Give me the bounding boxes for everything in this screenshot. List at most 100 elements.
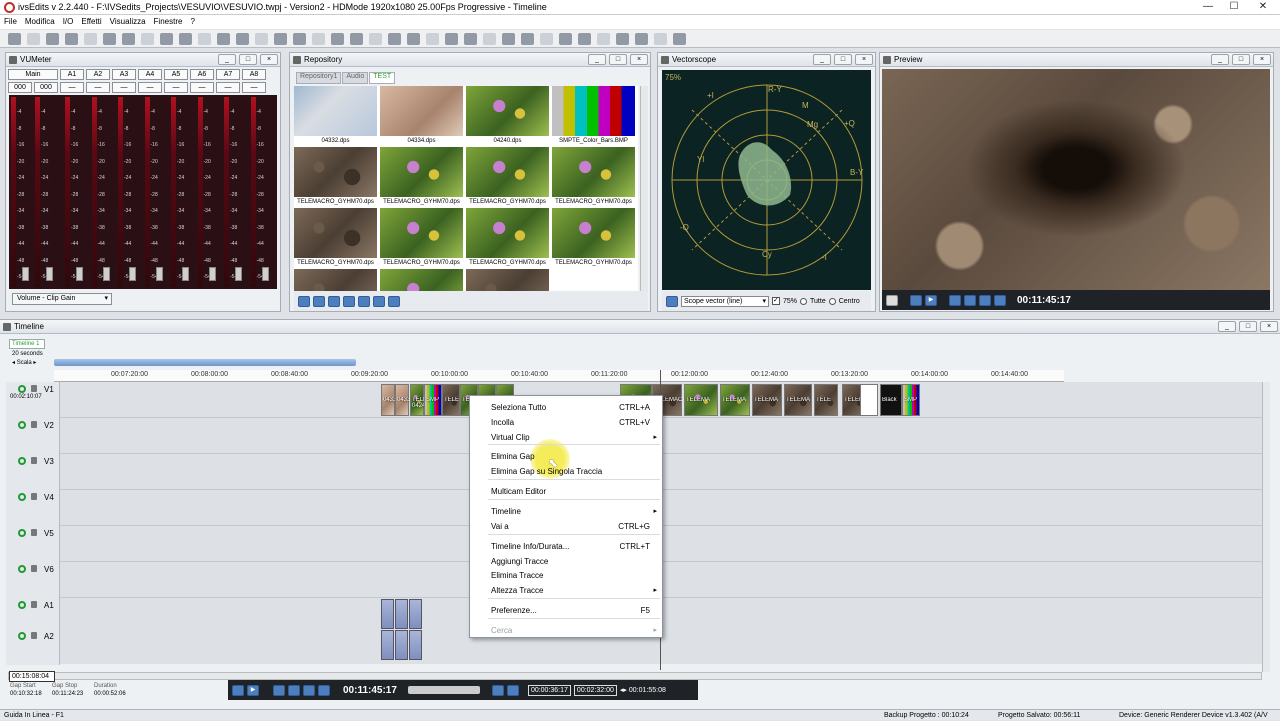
capture-icon[interactable] [673,32,686,45]
zoom-icon[interactable] [464,32,477,45]
context-menu-item[interactable]: Elimina Gap su Singola Traccia [470,464,662,479]
link-icon[interactable] [616,32,629,45]
context-menu-item[interactable]: Multicam Editor [470,484,662,499]
repository-clip-thumbnail[interactable]: TELEMACRO_GYHM70.dps [380,147,463,207]
repository-clip-thumbnail[interactable]: TELEMACRO_GYHM70.dps [466,147,549,207]
track-lane[interactable] [60,598,1268,633]
tl-play-icon[interactable]: ▶ [247,684,259,696]
menu-finestre[interactable]: Finestre [150,15,187,29]
redo-icon[interactable] [179,32,192,45]
vu-gain-fader[interactable] [129,267,136,281]
tl-next-icon[interactable] [303,684,315,696]
timeline-jog-slider[interactable] [407,686,480,694]
vu-mode-dropdown[interactable]: Volume - Clip Gain ▾ [12,293,112,305]
lock-icon[interactable] [31,493,37,500]
undo-a-icon[interactable] [122,32,135,45]
context-menu-item[interactable]: Seleziona Tutto CTRL+A [470,400,662,415]
context-menu-item[interactable]: Timeline ▸ [470,504,662,519]
timeline-scale-control[interactable]: ◂ Scala ▸ [12,359,36,366]
track-lane[interactable]: 04330433TELE 0424SMPTELETELETELEMACTELEM… [60,382,1268,417]
vu-gain-fader[interactable] [22,267,29,281]
video-clip[interactable]: TELEMA [752,384,782,416]
repo-folder-icon[interactable] [328,295,340,307]
menu-visualizza[interactable]: Visualizza [106,15,150,29]
preview-end-icon[interactable] [994,294,1006,306]
tab-test[interactable]: TEST [369,72,396,84]
context-menu-item[interactable]: Timeline Info/Durata... CTRL+T [470,539,662,554]
repository-clip-thumbnail[interactable]: TELEMACRO_GYHM70.dps [552,208,635,268]
render-icon[interactable] [483,32,496,45]
scope-radio-tutte[interactable] [800,297,808,305]
video-clip[interactable]: SMP [902,384,920,416]
help-icon[interactable] [654,32,667,45]
panel-minimize-button[interactable]: _ [588,54,606,65]
video-clip[interactable]: SMP [424,384,442,416]
power-icon[interactable] [18,457,26,465]
export-icon[interactable] [103,32,116,45]
repo-grid-icon[interactable] [388,295,400,307]
delete-icon[interactable] [293,32,306,45]
power-icon[interactable] [18,565,26,573]
keyframe-icon[interactable] [426,32,439,45]
vu-gain-fader[interactable] [76,267,83,281]
lift-icon[interactable] [331,32,344,45]
repo-record-icon[interactable] [358,295,370,307]
monitor-icon[interactable] [597,32,610,45]
vu-channel-a5[interactable]: A5 [164,69,188,80]
trim-icon[interactable] [274,32,287,45]
lock-icon[interactable] [31,601,37,608]
vu-channel-a2[interactable]: A2 [86,69,110,80]
repository-clip-thumbnail[interactable]: 04240.dps [466,86,549,146]
audio-clip[interactable] [395,599,408,629]
panel-minimize-button[interactable]: _ [1218,321,1236,332]
panel-restore-button[interactable]: □ [239,54,257,65]
timeline-ruler[interactable]: 00:07:20:00 00:08:00:00 00:08:40:00 00:09:2… [54,370,1064,382]
save-icon[interactable] [46,32,59,45]
repository-clip-thumbnail[interactable] [294,269,377,291]
info-icon[interactable] [635,32,648,45]
new-icon[interactable] [8,32,21,45]
settings-icon[interactable] [65,32,78,45]
context-menu-item[interactable]: Elimina Tracce [470,568,662,583]
panel-minimize-button[interactable]: _ [1211,54,1229,65]
vu-channel-a4[interactable]: A4 [138,69,162,80]
track-lane[interactable] [60,490,1268,525]
context-menu-item[interactable]: Altezza Tracce ▸ [470,583,662,598]
open-icon[interactable] [27,32,40,45]
repository-clip-thumbnail[interactable]: 04334.dps [380,86,463,146]
power-icon[interactable] [18,529,26,537]
repo-list-icon[interactable] [313,295,325,307]
panel-minimize-button[interactable]: _ [218,54,236,65]
panel-close-button[interactable]: × [1260,321,1278,332]
power-icon[interactable] [18,493,26,501]
minimize-button[interactable]: — [1195,0,1221,14]
timeline-out-tc[interactable]: 00:02:32:00 [573,684,617,696]
tl-mark-in-icon[interactable] [491,684,504,696]
power-icon[interactable] [18,632,26,640]
video-clip[interactable]: 0433 [395,384,410,416]
vector-icon[interactable] [578,32,591,45]
scope-75-checkbox[interactable]: ✓ [772,297,780,305]
tl-loop-icon[interactable] [232,684,244,696]
maximize-button[interactable]: ☐ [1221,0,1247,14]
grid-icon[interactable] [521,32,534,45]
vu-channel-a1[interactable]: A1 [60,69,84,80]
preview-start-icon[interactable] [949,294,961,306]
tl-prev-icon[interactable] [288,684,300,696]
vu-channel-a6[interactable]: A6 [190,69,214,80]
menu-help[interactable]: ? [186,15,198,29]
panel-close-button[interactable]: × [855,54,873,65]
audio-icon[interactable] [540,32,553,45]
audio-clip[interactable] [381,599,394,629]
repository-clip-thumbnail[interactable]: SMPTE_Color_Bars.BMP [552,86,635,146]
repository-clip-thumbnail[interactable]: TELEMACRO_GYHM70.dps [466,208,549,268]
vu-gain-fader[interactable] [46,267,53,281]
vu-gain-fader[interactable] [102,267,110,281]
list-icon[interactable] [502,32,515,45]
timeline-overview-bar[interactable] [54,359,356,366]
preview-fullscreen-icon[interactable] [886,294,898,306]
lock-icon[interactable] [31,421,37,428]
paste-icon[interactable] [236,32,249,45]
preview-next-icon[interactable] [979,294,991,306]
mark-icon[interactable] [312,32,325,45]
